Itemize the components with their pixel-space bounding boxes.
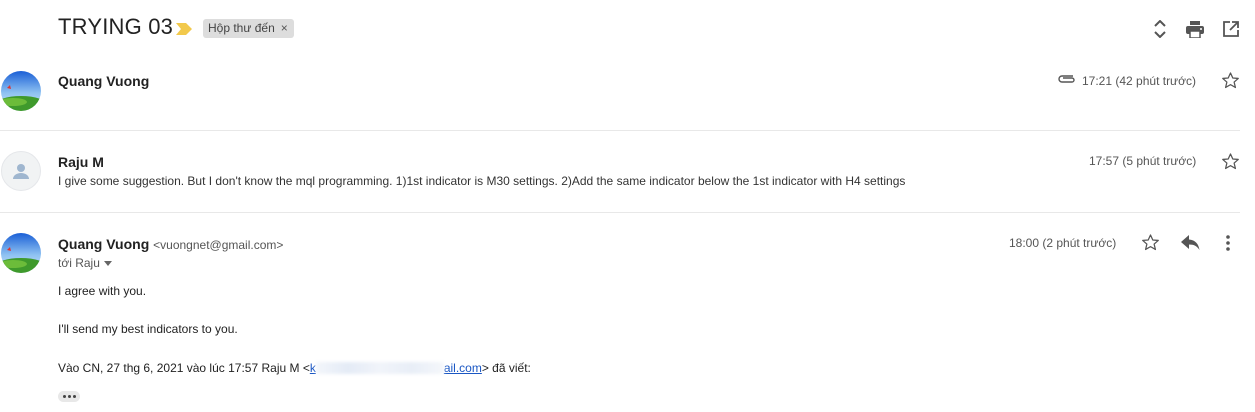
open-in-new-window-icon bbox=[1223, 21, 1239, 37]
message-3: Quang Vuong <vuongnet@gmail.com> tới Raj… bbox=[0, 213, 1255, 412]
quote-prefix: Vào CN, 27 thg 6, 2021 vào lúc 17:57 Raj… bbox=[58, 361, 310, 375]
message-time: 18:00 (2 phút trước) bbox=[1009, 236, 1117, 250]
quoted-email-link[interactable]: k ail.com bbox=[310, 361, 482, 375]
sender-name: Quang Vuong bbox=[58, 236, 150, 252]
avatar[interactable] bbox=[1, 233, 41, 273]
more-vertical-icon[interactable] bbox=[1226, 235, 1230, 251]
avatar[interactable] bbox=[1, 71, 41, 111]
quote-suffix: > đã viết: bbox=[481, 361, 531, 375]
sender-email: <vuongnet@gmail.com> bbox=[153, 238, 284, 252]
remove-label-button[interactable]: × bbox=[281, 19, 288, 38]
recipients-text: tới Raju bbox=[58, 256, 100, 270]
avatar[interactable] bbox=[1, 151, 41, 191]
star-outline-icon[interactable] bbox=[1221, 152, 1240, 171]
message-time: 17:57 (5 phút trước) bbox=[1089, 154, 1197, 168]
landscape-avatar-icon bbox=[1, 71, 41, 111]
paperclip-icon bbox=[1058, 75, 1075, 83]
sender-name: Quang Vuong bbox=[58, 73, 150, 89]
message-2[interactable]: Raju M I give some suggestion. But I don… bbox=[0, 131, 1255, 211]
reply-icon[interactable] bbox=[1181, 235, 1200, 250]
message-1[interactable]: Quang Vuong 17:21 (42 phút trước) bbox=[0, 61, 1255, 129]
body-line: I agree with you. bbox=[58, 284, 147, 298]
message-snippet: I give some suggestion. But I don't know… bbox=[58, 174, 906, 188]
recipients-toggle[interactable]: tới Raju bbox=[58, 256, 112, 270]
inbox-label-chip: Hộp thư đến × bbox=[203, 19, 294, 38]
sender-name: Raju M bbox=[58, 154, 104, 170]
quote-header: Vào CN, 27 thg 6, 2021 vào lúc 17:57 Raj… bbox=[58, 361, 531, 375]
message-time: 17:21 (42 phút trước) bbox=[1082, 74, 1196, 88]
unfold-icon bbox=[1154, 20, 1166, 38]
expand-all-button[interactable] bbox=[1150, 19, 1170, 39]
chevron-down-icon bbox=[103, 260, 112, 266]
show-trimmed-content-button[interactable] bbox=[58, 391, 80, 402]
star-outline-icon[interactable] bbox=[1221, 71, 1240, 90]
importance-marker-icon[interactable] bbox=[176, 23, 192, 35]
landscape-avatar-icon bbox=[1, 233, 41, 273]
default-user-icon bbox=[13, 164, 29, 179]
open-new-window-button[interactable] bbox=[1221, 19, 1241, 39]
redacted-email bbox=[315, 362, 444, 374]
star-outline-icon[interactable] bbox=[1141, 233, 1160, 252]
label-text: Hộp thư đến bbox=[208, 21, 275, 35]
body-line: I'll send my best indicators to you. bbox=[58, 322, 238, 336]
printer-icon bbox=[1186, 20, 1204, 38]
sender-line: Quang Vuong <vuongnet@gmail.com> bbox=[58, 236, 283, 252]
thread-subject: TRYING 03 bbox=[58, 14, 174, 39]
print-all-button[interactable] bbox=[1185, 19, 1205, 39]
